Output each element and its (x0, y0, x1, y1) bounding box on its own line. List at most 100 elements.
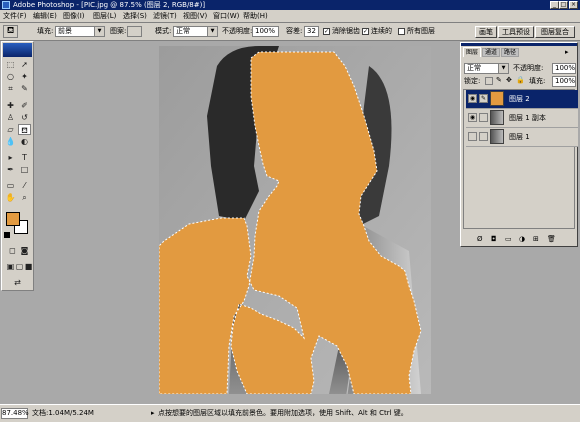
brushes-tab[interactable]: 画笔 (475, 26, 497, 38)
lock-all-icon[interactable]: 🔒 (516, 76, 525, 84)
brush-tool-icon[interactable]: ✐ (18, 100, 31, 111)
fill-source-select[interactable]: 前景 ▼ (55, 26, 105, 37)
menu-select[interactable]: 选择(S) (123, 10, 147, 22)
blur-tool-icon[interactable]: 💧 (4, 136, 17, 147)
layers-panel: 图层 通道 路径 ▸ 正常 ▼ 不透明度: 100% 锁定: ✎ ✥ 🔒 填充: … (460, 42, 578, 247)
menu-image[interactable]: 图像(I) (63, 10, 85, 22)
slice-tool-icon[interactable]: ✎ (18, 83, 31, 94)
pattern-label: 图案: (110, 27, 127, 35)
close-button[interactable]: × (569, 1, 578, 9)
full-screen-mode-icon[interactable]: ■ (22, 261, 35, 272)
mode-select[interactable]: 正常 ▼ (173, 26, 218, 37)
menu-help[interactable]: 帮助(H) (243, 10, 268, 22)
layer-style-icon[interactable]: Ø (477, 233, 483, 245)
chevron-down-icon: ▼ (207, 27, 217, 36)
layer-row-layer-1-copy[interactable]: ◉ 图层 1 副本 (466, 109, 578, 128)
layer-row-layer-2[interactable]: ◉ ✎ 图层 2 (466, 90, 578, 109)
layer-opacity-input[interactable]: 100% (552, 63, 576, 74)
marquee-tool-icon[interactable]: ⬚ (4, 59, 17, 70)
layer-name: 图层 1 副本 (509, 114, 546, 122)
menu-window[interactable]: 窗口(W) (213, 10, 239, 22)
eyedropper-tool-icon[interactable]: ⁄ (18, 180, 31, 191)
layer-thumbnail (490, 91, 504, 106)
status-bar: 87.48% 文档:1.04M/5.24M ▸ 点按想要的图层区域以填充前景色。… (0, 404, 580, 422)
layers-list: ◉ ✎ 图层 2 ◉ 图层 1 副本 图层 1 (463, 89, 578, 229)
lasso-tool-icon[interactable]: ○ (4, 71, 17, 82)
move-tool-icon[interactable]: ➚ (18, 59, 31, 70)
antialias-checkbox[interactable]: ✓ (323, 28, 330, 35)
mode-label: 模式: (155, 27, 172, 35)
foreground-color-swatch[interactable] (6, 212, 20, 226)
fill-label: 填充: (37, 27, 54, 35)
menu-layer[interactable]: 图层(L) (93, 10, 116, 22)
lock-label: 锁定: (464, 77, 481, 85)
layer-mask-icon[interactable]: ◘ (491, 233, 497, 245)
dodge-tool-icon[interactable]: ◐ (18, 136, 31, 147)
panel-menu-icon[interactable]: ▸ (565, 47, 569, 57)
lock-transparency-icon[interactable] (485, 77, 493, 85)
layer-name: 图层 2 (509, 95, 530, 103)
maximize-button[interactable]: □ (559, 1, 568, 9)
default-colors-icon[interactable] (4, 232, 10, 238)
crop-tool-icon[interactable]: ⌗ (4, 83, 17, 94)
path-selection-tool-icon[interactable]: ▸ (4, 152, 17, 163)
pen-tool-icon[interactable]: ✒ (4, 164, 17, 175)
fill-percent-label: 填充: (529, 77, 546, 85)
opacity-input[interactable]: 100% (252, 26, 279, 37)
layer-row-layer-1[interactable]: 图层 1 (466, 128, 578, 147)
tab-paths[interactable]: 路径 (501, 48, 519, 57)
minimize-button[interactable]: _ (550, 1, 559, 9)
contiguous-checkbox[interactable]: ✓ (362, 28, 369, 35)
trash-icon[interactable]: 🗑 (547, 233, 556, 245)
title-bar: Adobe Photoshop - [PIC.jpg @ 87.5% (图层 2… (0, 0, 580, 10)
tab-layers[interactable]: 图层 (463, 47, 481, 57)
visibility-empty-icon[interactable] (468, 132, 477, 141)
notes-tool-icon[interactable]: ▭ (4, 180, 17, 191)
menu-view[interactable]: 视图(V) (183, 10, 207, 22)
paint-bucket-preset-icon[interactable]: ⛾ (3, 25, 18, 38)
blend-mode-select[interactable]: 正常 ▼ (464, 63, 509, 74)
history-brush-tool-icon[interactable]: ↺ (18, 112, 31, 123)
healing-brush-tool-icon[interactable]: ✚ (4, 100, 17, 111)
layer-comps-tab[interactable]: 图层复合 (535, 26, 575, 38)
toolbox: ⬚ ➚ ○ ✦ ⌗ ✎ ✚ ✐ ♙ ↺ ▱ ⛾ 💧 ◐ ▸ T ✒ □ ▭ ⁄ … (1, 41, 34, 291)
tolerance-input[interactable]: 32 (304, 26, 319, 37)
chevron-down-icon: ▼ (498, 64, 508, 73)
type-tool-icon[interactable]: T (18, 152, 31, 163)
shape-tool-icon[interactable]: □ (18, 164, 31, 175)
menu-edit[interactable]: 编辑(E) (33, 10, 57, 22)
eye-icon[interactable]: ◉ (468, 113, 477, 122)
lock-position-icon[interactable]: ✥ (506, 76, 512, 84)
tab-channels[interactable]: 通道 (482, 48, 500, 57)
eye-icon[interactable]: ◉ (468, 94, 477, 103)
lock-image-icon[interactable]: ✎ (496, 76, 502, 84)
pattern-picker[interactable] (127, 26, 142, 37)
paint-bucket-tool-icon[interactable]: ⛾ (18, 124, 31, 135)
new-set-icon[interactable]: ▭ (505, 233, 512, 245)
document-canvas[interactable] (159, 46, 431, 394)
photoshop-app-icon (2, 1, 10, 9)
clone-stamp-tool-icon[interactable]: ♙ (4, 112, 17, 123)
chevron-down-icon: ▼ (94, 27, 104, 36)
link-slot-icon[interactable] (479, 132, 488, 141)
menu-filter[interactable]: 滤镜(T) (153, 10, 177, 22)
magic-wand-tool-icon[interactable]: ✦ (18, 71, 31, 82)
zoom-field[interactable]: 87.48% (1, 408, 29, 419)
jump-to-imageready-icon[interactable]: ⇄ (11, 277, 24, 288)
link-slot-icon[interactable] (479, 113, 488, 122)
fill-percent-input[interactable]: 100% (552, 76, 576, 87)
tool-presets-tab[interactable]: 工具预设 (498, 26, 534, 38)
menu-file[interactable]: 文件(F) (3, 10, 27, 22)
new-layer-icon[interactable]: ⊞ (533, 233, 539, 245)
options-bar: ⛾ 填充: 前景 ▼ 图案: 模式: 正常 ▼ 不透明度: 100% 容差: 32 … (0, 23, 580, 41)
all-layers-checkbox[interactable] (398, 28, 405, 35)
image-artwork (159, 46, 431, 394)
zoom-tool-icon[interactable]: ⌕ (18, 192, 31, 203)
info-arrow-icon[interactable]: ▸ (151, 405, 155, 422)
eraser-tool-icon[interactable]: ▱ (4, 124, 17, 135)
hand-tool-icon[interactable]: ✋ (4, 192, 17, 203)
adjustment-layer-icon[interactable]: ◑ (519, 233, 525, 245)
status-hint: 点按想要的图层区域以填充前景色。要用附加选项，使用 Shift、Alt 和 Ct… (158, 409, 408, 417)
doc-size-info[interactable]: 文档:1.04M/5.24M (32, 405, 94, 422)
quick-mask-mode-icon[interactable]: ◙ (18, 245, 31, 256)
